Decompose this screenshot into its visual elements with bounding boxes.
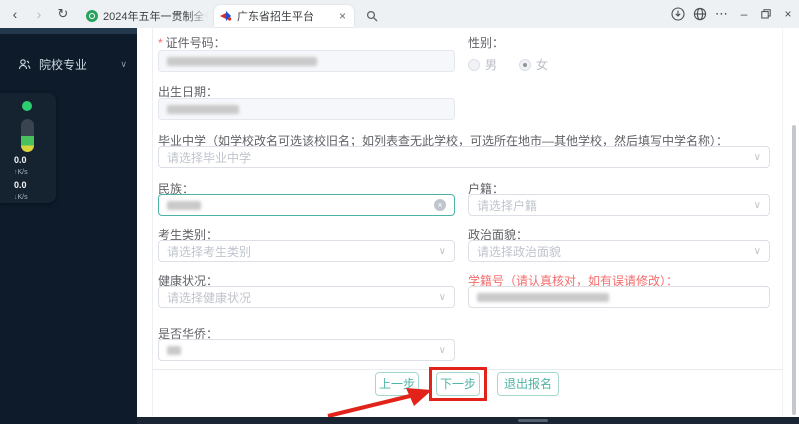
faculty-icon [18,58,31,71]
download-speed: 0.0 ↓K/s [14,180,28,202]
health-select[interactable]: 请选择健康状况 ∨ [158,286,455,308]
ethnic-input[interactable]: × [158,194,455,216]
next-step-button[interactable]: 下一步 [435,372,480,396]
download-icon[interactable] [667,0,689,28]
annotation-highlight-box: 下一步 [428,367,487,401]
status-dot [22,101,32,111]
form-page: * 证件号码： 性别： 男 女 出生日期： 毕业中学（如学校改名可选该校旧名；如列… [137,28,799,418]
student-no-input[interactable] [468,286,770,308]
sidebar-item-faculty-major[interactable]: 院校专业 ∨ [0,50,137,78]
tab-favicon-green [86,10,98,22]
tab-exam-signup[interactable]: 2024年五年一贯制全省统考报名 [80,5,214,27]
chevron-down-icon: ∨ [753,199,761,211]
sidebar-partial-item[interactable] [0,28,137,34]
sidebar-item-label: 院校专业 [39,57,88,72]
chevron-down-icon: ∨ [753,245,761,257]
school-select[interactable]: 请选择毕业中学 ∨ [158,146,770,168]
radio-icon [468,58,480,71]
clear-icon[interactable]: × [434,199,446,211]
bottom-strip [137,417,799,424]
tab-title: 广东省招生平台 [237,11,314,23]
battery-indicator [21,119,34,152]
sidebar: 院校专业 ∨ 0.0 ↑K/s 0.0 ↓K/s [0,28,137,424]
minimize-icon[interactable]: – [733,0,755,28]
gender-label: 性别： [468,36,505,50]
chevron-down-icon: ∨ [753,151,761,163]
card-left-border [152,28,153,416]
forward-icon[interactable]: › [30,6,48,22]
tab-search-button[interactable] [360,6,384,26]
overseas-select[interactable]: ∨ [158,339,455,361]
radio-female[interactable]: 女 [519,56,548,73]
search-icon [366,10,378,22]
more-menu-icon[interactable]: ⋯ [711,0,733,28]
tab-close-icon[interactable]: × [337,9,348,23]
window-controls: ⋯ – × [667,0,799,28]
birth-date-input[interactable] [158,98,455,120]
chevron-down-icon: ∨ [120,58,127,69]
close-window-icon[interactable]: × [777,0,799,28]
chevron-down-icon: ∨ [438,245,446,257]
chevron-down-icon: ∨ [438,344,446,356]
card-right-border [782,28,783,416]
political-select[interactable]: 请选择政治面貌 ∨ [468,240,770,262]
tab-title: 2024年五年一贯制全省统考报名 [103,11,208,23]
extensions-globe-icon[interactable] [689,0,711,28]
id-number-label: * 证件号码： [158,36,226,50]
network-monitor-widget[interactable]: 0.0 ↑K/s 0.0 ↓K/s [0,93,56,203]
refresh-icon[interactable]: ↻ [54,6,72,22]
id-number-input[interactable] [158,50,455,72]
form-footer: 上一步 下一步 退出报名 [152,367,782,401]
restore-icon[interactable] [755,0,777,28]
prev-step-button[interactable]: 上一步 [374,372,419,396]
tab-favicon-pinwheel [220,11,232,21]
browser-chrome: ‹ › ↻ 2024年五年一贯制全省统考报名 广东省招生平台 × [0,0,799,28]
exit-signup-button[interactable]: 退出报名 [497,372,560,396]
chevron-down-icon: ∨ [438,291,446,303]
screen: ‹ › ↻ 2024年五年一贯制全省统考报名 广东省招生平台 × [0,0,799,424]
vertical-scrollbar-thumb[interactable] [792,125,796,415]
back-icon[interactable]: ‹ [6,6,24,22]
horizontal-scrollbar-thumb[interactable] [518,419,548,422]
household-select[interactable]: 请选择户籍 ∨ [468,194,770,216]
radio-selected-icon [519,58,532,71]
tab-gd-platform[interactable]: 广东省招生平台 × [214,5,354,27]
gender-radio-group: 男 女 [468,56,570,73]
upload-speed: 0.0 ↑K/s [14,155,28,177]
candidate-type-select[interactable]: 请选择考生类别 ∨ [158,240,455,262]
radio-male[interactable]: 男 [468,56,497,73]
